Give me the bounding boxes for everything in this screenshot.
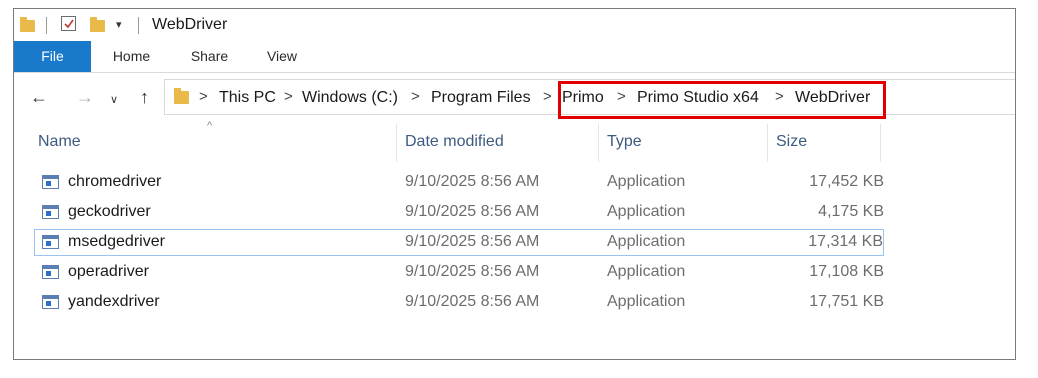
file-size: 4,175 KB: [818, 203, 884, 220]
breadcrumb-this-pc[interactable]: This PC: [219, 89, 276, 107]
file-size: 17,108 KB: [809, 263, 884, 280]
file-date: 9/10/2025 8:56 AM: [405, 233, 540, 250]
path-highlight-box: [558, 81, 886, 119]
list-item[interactable]: yandexdriver 9/10/2025 8:56 AM Applicati…: [34, 289, 884, 316]
file-name: chromedriver: [68, 173, 162, 190]
title-divider: [138, 17, 139, 34]
breadcrumb-separator[interactable]: >: [284, 88, 293, 105]
breadcrumb-separator[interactable]: >: [543, 88, 552, 105]
column-type[interactable]: Type: [607, 133, 642, 151]
breadcrumb-separator[interactable]: >: [411, 88, 420, 105]
ribbon-tabs: File Home Share View: [14, 41, 1015, 73]
tab-view[interactable]: View: [257, 41, 307, 72]
folder-icon: [20, 17, 35, 32]
title-bar: ▾ WebDriver: [14, 9, 1015, 41]
file-type: Application: [607, 263, 686, 280]
file-size: 17,314 KB: [808, 233, 883, 250]
file-type: Application: [607, 173, 686, 190]
column-divider[interactable]: [767, 124, 768, 162]
breadcrumb-windows-c[interactable]: Windows (C:): [302, 89, 398, 107]
application-icon: [42, 265, 59, 279]
toolbar-divider: [46, 17, 47, 34]
chevron-down-icon[interactable]: ∨: [110, 90, 118, 110]
file-size: 17,452 KB: [809, 173, 884, 190]
file-date: 9/10/2025 8:56 AM: [405, 203, 540, 220]
file-name: geckodriver: [68, 203, 151, 220]
file-name: yandexdriver: [68, 293, 160, 310]
application-icon: [42, 205, 59, 219]
application-icon: [42, 295, 59, 309]
folder-icon: [174, 88, 189, 104]
file-name: operadriver: [68, 263, 149, 280]
list-item[interactable]: chromedriver 9/10/2025 8:56 AM Applicati…: [34, 169, 884, 196]
customize-quick-access-icon[interactable]: ▾: [116, 18, 122, 31]
file-type: Application: [607, 203, 686, 220]
arrow-right-icon[interactable]: →: [76, 87, 94, 107]
application-icon: [42, 235, 59, 249]
column-divider[interactable]: [880, 124, 881, 162]
arrow-up-icon[interactable]: ↑: [140, 87, 149, 107]
tab-share[interactable]: Share: [182, 41, 237, 72]
column-name[interactable]: Name: [38, 133, 81, 151]
list-item[interactable]: operadriver 9/10/2025 8:56 AM Applicatio…: [34, 259, 884, 286]
breadcrumb-separator[interactable]: >: [199, 88, 208, 105]
column-divider[interactable]: [396, 124, 397, 162]
list-item[interactable]: geckodriver 9/10/2025 8:56 AM Applicatio…: [34, 199, 884, 226]
column-size[interactable]: Size: [776, 133, 807, 151]
breadcrumb-program-files[interactable]: Program Files: [431, 89, 531, 107]
sort-ascending-icon: ^: [207, 120, 213, 132]
application-icon: [42, 175, 59, 189]
tab-file[interactable]: File: [14, 41, 91, 72]
arrow-left-icon[interactable]: ←: [30, 87, 48, 107]
file-type: Application: [607, 293, 686, 310]
column-headers: ^ Name Date modified Type Size: [14, 120, 1015, 164]
list-item[interactable]: msedgedriver 9/10/2025 8:56 AM Applicati…: [34, 229, 884, 256]
file-size: 17,751 KB: [809, 293, 884, 310]
file-type: Application: [607, 233, 686, 250]
window-title: WebDriver: [152, 16, 228, 33]
properties-icon[interactable]: [61, 16, 76, 31]
file-date: 9/10/2025 8:56 AM: [405, 293, 540, 310]
new-folder-icon[interactable]: [90, 17, 105, 32]
file-name: msedgedriver: [68, 233, 165, 250]
tab-home[interactable]: Home: [104, 41, 159, 72]
column-date-modified[interactable]: Date modified: [405, 133, 504, 151]
file-date: 9/10/2025 8:56 AM: [405, 173, 540, 190]
explorer-window: ▾ WebDriver File Home Share View ← → ∨ ↑…: [13, 8, 1016, 360]
file-date: 9/10/2025 8:56 AM: [405, 263, 540, 280]
column-divider[interactable]: [598, 124, 599, 162]
